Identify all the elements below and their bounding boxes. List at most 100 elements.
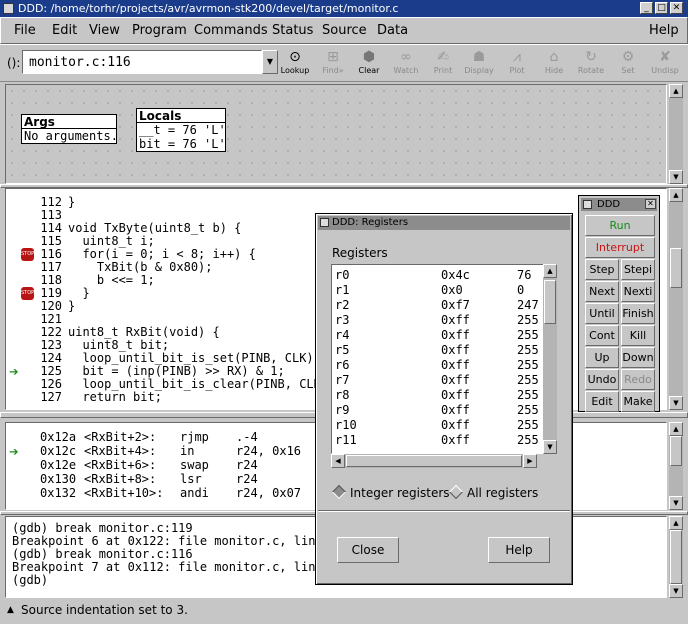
all-registers-radio[interactable] xyxy=(448,484,464,500)
make-button[interactable]: Make xyxy=(621,391,655,412)
scroll-up-icon[interactable]: ▲ xyxy=(543,264,557,278)
watch-button[interactable]: ∞ Watch xyxy=(387,48,425,78)
register-row[interactable]: r0 0x4c 76 xyxy=(335,268,555,283)
maximize-button[interactable]: □ xyxy=(655,2,668,14)
scroll-down-icon[interactable]: ▼ xyxy=(543,440,557,454)
rotate-button[interactable]: ↻ Rotate xyxy=(572,48,610,78)
register-row[interactable]: r5 0xff 255 xyxy=(335,343,555,358)
menu-help[interactable]: Help xyxy=(649,23,679,38)
stepi-button[interactable]: Stepi xyxy=(621,259,655,280)
register-row[interactable]: r2 0xf7 247 xyxy=(335,298,555,313)
minimize-button[interactable]: _ xyxy=(640,2,653,14)
scroll-up-icon[interactable]: ▲ xyxy=(669,188,683,202)
scroll-up-icon[interactable]: ▲ xyxy=(669,422,683,436)
cont-button[interactable]: Cont xyxy=(585,325,619,346)
scroll-thumb[interactable] xyxy=(670,530,682,584)
source-line[interactable]: 112} xyxy=(6,196,666,209)
scroll-thumb[interactable] xyxy=(544,280,556,324)
display-button[interactable]: ☗ Display xyxy=(460,48,498,78)
menu-edit[interactable]: Edit xyxy=(52,23,77,38)
console-line: Breakpoint 7 at 0x112: file monitor.c, l… xyxy=(12,560,323,574)
args-box[interactable]: Args No arguments. xyxy=(21,114,118,144)
clear-button[interactable]: ⬢ Clear xyxy=(350,48,388,78)
registers-list[interactable]: r0 0x4c 76 r1 0x0 0 r2 0xf7 247 r3 0xff 255 r4 0xff 25… xyxy=(331,264,557,454)
undisp-button[interactable]: ✘ Undisp xyxy=(646,48,684,78)
registers-hscrollbar[interactable]: ◀ ▶ xyxy=(331,454,537,468)
scroll-thumb[interactable] xyxy=(346,455,522,467)
scroll-right-icon[interactable]: ▶ xyxy=(523,454,537,468)
scroll-up-icon[interactable]: ▲ xyxy=(669,84,683,98)
register-name: r0 xyxy=(335,268,350,282)
register-dec: 247 xyxy=(517,298,539,312)
register-row[interactable]: r8 0xff 255 xyxy=(335,388,555,403)
scroll-down-icon[interactable]: ▼ xyxy=(669,396,683,410)
find-button[interactable]: ⊞ Find» xyxy=(314,48,352,78)
asm-scrollbar[interactable]: ▲ ▼ xyxy=(669,422,683,510)
step-button[interactable]: Step xyxy=(585,259,619,280)
kill-button[interactable]: Kill xyxy=(621,325,655,346)
menu-commands[interactable]: Commands xyxy=(194,23,268,38)
register-row[interactable]: r10 0xff 255 xyxy=(335,418,555,433)
set-button[interactable]: ⚙ Set xyxy=(609,48,647,78)
next-button[interactable]: Next xyxy=(585,281,619,302)
menu-program[interactable]: Program xyxy=(132,23,187,38)
close-icon[interactable]: ✕ xyxy=(645,199,656,209)
window-menu-icon[interactable] xyxy=(583,200,592,209)
execution-arrow-icon[interactable]: ➔ xyxy=(9,444,19,460)
print-button[interactable]: ✍ Print xyxy=(424,48,462,78)
register-row[interactable]: r1 0x0 0 xyxy=(335,283,555,298)
close-button[interactable]: ✕ xyxy=(670,2,683,14)
data-scrollbar[interactable]: ▲ ▼ xyxy=(669,84,683,184)
scroll-left-icon[interactable]: ◀ xyxy=(331,454,345,468)
argument-field[interactable]: monitor.c:116 xyxy=(22,50,262,74)
scroll-thumb[interactable] xyxy=(670,248,682,288)
scroll-down-icon[interactable]: ▼ xyxy=(669,496,683,510)
data-display-pane[interactable]: Args No arguments. Locals __t = 76 'L' b… xyxy=(5,84,667,184)
console-scrollbar[interactable]: ▲ ▼ xyxy=(669,516,683,598)
scroll-down-icon[interactable]: ▼ xyxy=(669,584,683,598)
register-row[interactable]: r11 0xff 255 xyxy=(335,433,555,448)
registers-vscrollbar[interactable]: ▲ ▼ xyxy=(543,264,557,454)
menu-source[interactable]: Source xyxy=(322,23,367,38)
finish-button[interactable]: Finish xyxy=(621,303,655,324)
status-expand-icon[interactable]: ▲ xyxy=(7,604,18,616)
lookup-button[interactable]: ⊙ Lookup xyxy=(276,48,314,78)
scroll-up-icon[interactable]: ▲ xyxy=(669,516,683,530)
menu-status[interactable]: Status xyxy=(272,23,313,38)
command-tool-title-bar[interactable]: DDD ✕ xyxy=(581,198,657,211)
window-menu-icon[interactable] xyxy=(3,3,14,14)
up-button[interactable]: Up xyxy=(585,347,619,368)
register-row[interactable]: r4 0xff 255 xyxy=(335,328,555,343)
asm-addr: 0x12e xyxy=(40,458,77,472)
scroll-down-icon[interactable]: ▼ xyxy=(669,170,683,184)
source-scrollbar[interactable]: ▲ ▼ xyxy=(669,188,683,410)
help-button[interactable]: Help xyxy=(488,537,550,563)
down-button[interactable]: Down xyxy=(621,347,655,368)
close-button[interactable]: Close xyxy=(337,537,399,563)
scroll-thumb[interactable] xyxy=(670,436,682,466)
edit-button[interactable]: Edit xyxy=(585,391,619,412)
run-button[interactable]: Run xyxy=(585,215,655,236)
register-row[interactable]: r7 0xff 255 xyxy=(335,373,555,388)
nexti-button[interactable]: Nexti xyxy=(621,281,655,302)
register-row[interactable]: r9 0xff 255 xyxy=(335,403,555,418)
menu-data[interactable]: Data xyxy=(377,23,408,38)
until-button[interactable]: Until xyxy=(585,303,619,324)
registers-dialog-title-bar[interactable]: DDD: Registers xyxy=(318,216,570,230)
integer-registers-radio[interactable] xyxy=(331,484,347,500)
undo-button[interactable]: Undo xyxy=(585,369,619,390)
window-menu-icon[interactable] xyxy=(320,218,329,227)
hide-button[interactable]: ⌂ Hide xyxy=(535,48,573,78)
register-row[interactable]: r6 0xff 255 xyxy=(335,358,555,373)
menu-file[interactable]: File xyxy=(14,23,36,38)
redo-button[interactable]: Redo xyxy=(621,369,655,390)
all-registers-label[interactable]: All registers xyxy=(467,486,538,500)
integer-registers-label[interactable]: Integer registers xyxy=(350,486,450,500)
line-code: } xyxy=(68,195,76,209)
register-row[interactable]: r3 0xff 255 xyxy=(335,313,555,328)
locals-box[interactable]: Locals __t = 76 'L' bit = 76 'L' xyxy=(136,108,226,152)
plot-button[interactable]: ⩘ Plot xyxy=(498,48,536,78)
interrupt-button[interactable]: Interrupt xyxy=(585,237,655,258)
menu-view[interactable]: View xyxy=(89,23,120,38)
title-bar[interactable]: DDD: /home/torhr/projects/avr/avrmon-stk… xyxy=(0,0,688,17)
